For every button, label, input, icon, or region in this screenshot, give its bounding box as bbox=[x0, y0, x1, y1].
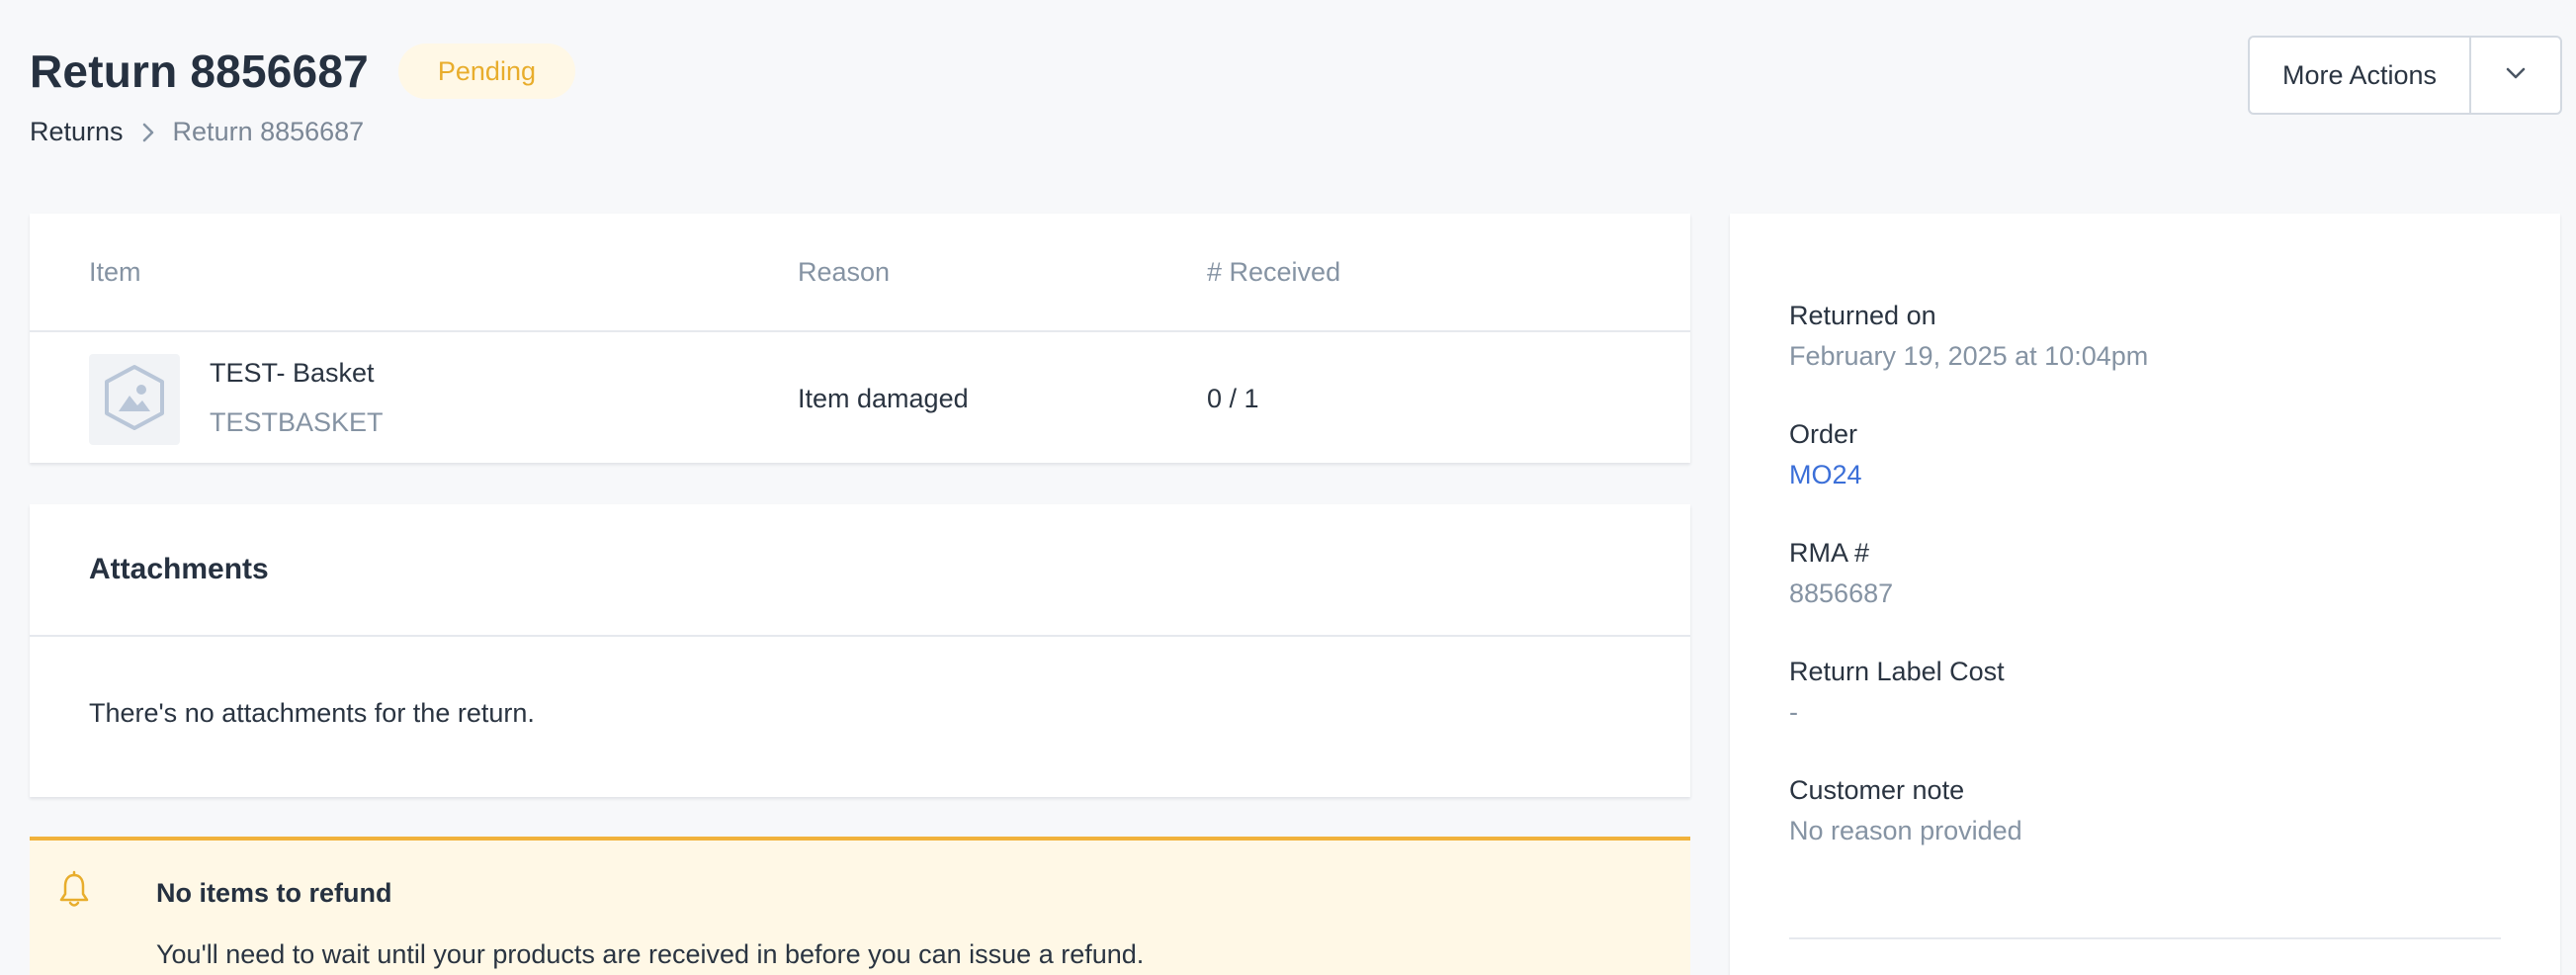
return-label-cost-value: - bbox=[1789, 697, 1798, 727]
table-row: TEST- Basket TESTBASKET Item damaged 0 /… bbox=[30, 332, 1690, 461]
items-table-header: Item Reason # Received bbox=[30, 214, 1690, 332]
page-title: Return 8856687 bbox=[30, 45, 369, 97]
attachments-empty-text: There's no attachments for the return. bbox=[89, 698, 535, 728]
bell-icon bbox=[57, 870, 91, 910]
column-header-received: # Received bbox=[1207, 257, 1341, 287]
customer-note-field: Customer note No reason provided bbox=[1789, 775, 2022, 846]
more-actions-split-button: More Actions bbox=[2248, 36, 2562, 115]
title-row: Return 8856687 Pending bbox=[30, 44, 575, 99]
chevron-right-icon bbox=[137, 122, 159, 143]
status-badge: Pending bbox=[397, 44, 575, 99]
order-field: Order MO24 bbox=[1789, 419, 1862, 490]
rma-label: RMA # bbox=[1789, 538, 1870, 568]
breadcrumb-returns-link[interactable]: Returns bbox=[30, 117, 124, 147]
attachments-title: Attachments bbox=[89, 553, 269, 585]
notice-title: No items to refund bbox=[156, 878, 392, 908]
more-actions-button[interactable]: More Actions bbox=[2250, 38, 2471, 113]
breadcrumb-current: Return 8856687 bbox=[172, 117, 365, 146]
returned-on-label: Returned on bbox=[1789, 301, 1936, 330]
customer-note-value: No reason provided bbox=[1789, 816, 2022, 845]
rma-value: 8856687 bbox=[1789, 578, 1894, 608]
attachments-header: Attachments bbox=[30, 504, 1690, 637]
divider bbox=[1789, 937, 2501, 939]
rma-field: RMA # 8856687 bbox=[1789, 538, 1893, 609]
notice-text: You'll need to wait until your products … bbox=[156, 939, 1145, 969]
more-actions-dropdown-toggle[interactable] bbox=[2471, 38, 2560, 113]
item-received: 0 / 1 bbox=[1207, 384, 1259, 413]
refund-notice: No items to refund You'll need to wait u… bbox=[30, 837, 1690, 975]
order-label: Order bbox=[1789, 419, 1858, 449]
return-details-card: Returned on February 19, 2025 at 10:04pm… bbox=[1730, 214, 2560, 975]
image-placeholder-icon bbox=[102, 363, 167, 437]
product-thumbnail bbox=[89, 354, 180, 445]
column-header-reason: Reason bbox=[798, 257, 891, 287]
attachments-card: Attachments There's no attachments for t… bbox=[30, 504, 1690, 797]
order-link[interactable]: MO24 bbox=[1789, 460, 1862, 490]
item-sku: TESTBASKET bbox=[210, 407, 384, 437]
chevron-down-icon bbox=[2505, 66, 2527, 85]
returned-on-value: February 19, 2025 at 10:04pm bbox=[1789, 341, 2149, 371]
item-name: TEST- Basket bbox=[210, 358, 375, 388]
returned-on-field: Returned on February 19, 2025 at 10:04pm bbox=[1789, 301, 2148, 372]
return-detail-page: Return 8856687 Pending Returns Return 88… bbox=[0, 0, 2576, 975]
return-label-cost-field: Return Label Cost - bbox=[1789, 657, 2005, 728]
item-reason: Item damaged bbox=[798, 384, 969, 413]
items-card: Item Reason # Received TEST- Basket TEST… bbox=[30, 214, 1690, 463]
breadcrumb: Returns Return 8856687 bbox=[30, 117, 364, 147]
column-header-item: Item bbox=[89, 257, 141, 287]
return-label-cost-label: Return Label Cost bbox=[1789, 657, 2005, 686]
customer-note-label: Customer note bbox=[1789, 775, 1965, 805]
